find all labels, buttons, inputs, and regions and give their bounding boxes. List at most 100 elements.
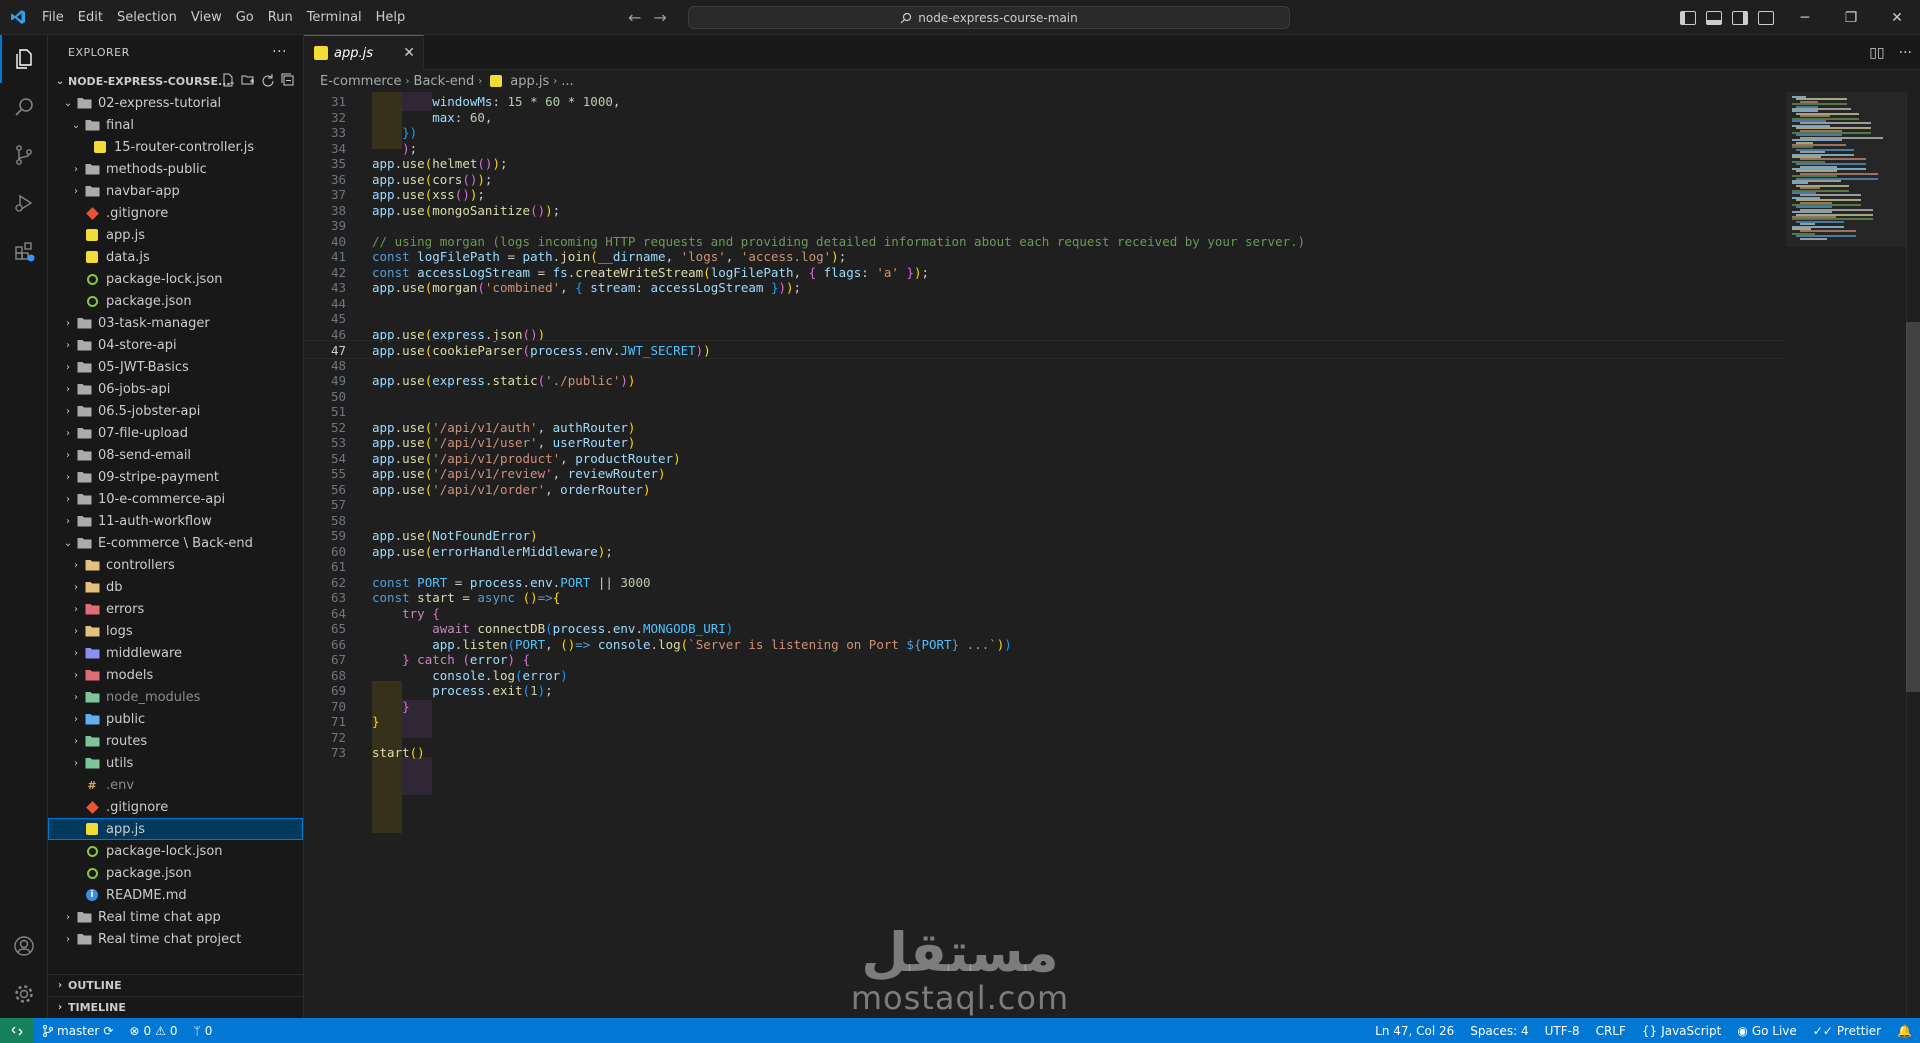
go-live-button[interactable]: ◉ Go Live bbox=[1729, 1024, 1804, 1038]
tree-item-package-json[interactable]: package.json bbox=[48, 862, 303, 884]
tree-item-real-time-chat-project[interactable]: › Real time chat project bbox=[48, 928, 303, 950]
restore-icon[interactable]: ❐ bbox=[1828, 0, 1874, 35]
close-tab-icon[interactable]: ✕ bbox=[403, 45, 415, 61]
eol-status[interactable]: CRLF bbox=[1588, 1024, 1634, 1038]
tree-item-routes[interactable]: › routes bbox=[48, 730, 303, 752]
breadcrumb-item[interactable]: E-commerce bbox=[320, 74, 402, 89]
menu-run[interactable]: Run bbox=[261, 0, 300, 35]
tree-item-data-js[interactable]: data.js bbox=[48, 246, 303, 268]
tree-item-errors[interactable]: › errors bbox=[48, 598, 303, 620]
extensions-icon[interactable] bbox=[0, 227, 48, 275]
tree-item-readme-md[interactable]: i README.md bbox=[48, 884, 303, 906]
accounts-icon[interactable] bbox=[0, 922, 48, 970]
indentation-status[interactable]: Spaces: 4 bbox=[1462, 1024, 1536, 1038]
tree-item-06-jobs-api[interactable]: › 06-jobs-api bbox=[48, 378, 303, 400]
tree-item-final[interactable]: ⌄ final bbox=[48, 114, 303, 136]
tree-item-real-time-chat-app[interactable]: › Real time chat app bbox=[48, 906, 303, 928]
language-mode[interactable]: {} JavaScript bbox=[1634, 1024, 1729, 1038]
back-arrow-icon[interactable]: ← bbox=[628, 8, 641, 27]
tree-item-02-express-tutorial[interactable]: ⌄ 02-express-tutorial bbox=[48, 92, 303, 114]
explorer-icon[interactable] bbox=[0, 35, 48, 83]
tree-item-gitignore[interactable]: .gitignore bbox=[48, 796, 303, 818]
code-editor[interactable]: 31 windowMs: 15 * 60 * 1000, 32 max: 60, 3… bbox=[304, 92, 1920, 1018]
search-icon[interactable] bbox=[0, 83, 48, 131]
menu-go[interactable]: Go bbox=[229, 0, 261, 35]
split-editor-icon[interactable]: ▯▯ bbox=[1869, 45, 1884, 61]
more-actions-icon[interactable]: ··· bbox=[1899, 45, 1912, 61]
problems-status[interactable]: ⊗ 0 ⚠ 0 bbox=[121, 1024, 185, 1038]
settings-gear-icon[interactable] bbox=[0, 970, 48, 1018]
toggle-secondary-sidebar-icon[interactable] bbox=[1732, 10, 1748, 25]
tree-item-package-lock-json[interactable]: package-lock.json bbox=[48, 840, 303, 862]
tree-item-app-js[interactable]: app.js bbox=[48, 818, 303, 840]
sync-icon[interactable]: ⟳ bbox=[103, 1024, 113, 1038]
tree-item-06-5-jobster-api[interactable]: › 06.5-jobster-api bbox=[48, 400, 303, 422]
menu-file[interactable]: File bbox=[35, 0, 71, 35]
toggle-panel-icon[interactable] bbox=[1706, 10, 1722, 25]
source-control-icon[interactable] bbox=[0, 131, 48, 179]
menu-terminal[interactable]: Terminal bbox=[300, 0, 369, 35]
tree-item-03-task-manager[interactable]: › 03-task-manager bbox=[48, 312, 303, 334]
remote-indicator-icon[interactable] bbox=[0, 1018, 34, 1043]
folder-icon bbox=[76, 931, 92, 947]
run-debug-icon[interactable] bbox=[0, 179, 48, 227]
tree-item-e-commerce-back-end[interactable]: ⌄ E-commerce \ Back-end bbox=[48, 532, 303, 554]
minimize-icon[interactable]: ─ bbox=[1782, 0, 1828, 35]
ports-status[interactable]: ᛘ 0 bbox=[186, 1024, 221, 1038]
tree-item-05-jwt-basics[interactable]: › 05-JWT-Basics bbox=[48, 356, 303, 378]
menu-edit[interactable]: Edit bbox=[71, 0, 110, 35]
breadcrumb-item[interactable]: Back-end bbox=[414, 74, 475, 89]
tree-item-08-send-email[interactable]: › 08-send-email bbox=[48, 444, 303, 466]
close-window-icon[interactable]: ✕ bbox=[1874, 0, 1920, 35]
collapse-all-icon[interactable] bbox=[281, 73, 295, 87]
forward-arrow-icon[interactable]: → bbox=[653, 8, 666, 27]
tree-item-middleware[interactable]: › middleware bbox=[48, 642, 303, 664]
tree-item-db[interactable]: › db bbox=[48, 576, 303, 598]
toggle-primary-sidebar-icon[interactable] bbox=[1680, 10, 1696, 25]
command-center-search[interactable]: node-express-course-main bbox=[688, 6, 1290, 29]
editor-scrollbar[interactable] bbox=[1906, 92, 1920, 1018]
tree-item-node-modules[interactable]: › node_modules bbox=[48, 686, 303, 708]
breadcrumb-item[interactable]: ... bbox=[561, 74, 573, 89]
tree-item-navbar-app[interactable]: › navbar-app bbox=[48, 180, 303, 202]
menu-selection[interactable]: Selection bbox=[110, 0, 184, 35]
tree-item-controllers[interactable]: › controllers bbox=[48, 554, 303, 576]
customize-layout-icon[interactable] bbox=[1758, 10, 1774, 25]
tree-item-logs[interactable]: › logs bbox=[48, 620, 303, 642]
tree-item-09-stripe-payment[interactable]: › 09-stripe-payment bbox=[48, 466, 303, 488]
code-line[interactable]: 73 start() bbox=[304, 743, 1784, 762]
encoding-status[interactable]: UTF-8 bbox=[1537, 1024, 1588, 1038]
tree-item-15-router-controller-js[interactable]: 15-router-controller.js bbox=[48, 136, 303, 158]
tree-item-04-store-api[interactable]: › 04-store-api bbox=[48, 334, 303, 356]
prettier-status[interactable]: ✓✓ Prettier bbox=[1805, 1024, 1889, 1038]
tree-item-methods-public[interactable]: › methods-public bbox=[48, 158, 303, 180]
timeline-section-header[interactable]: › TIMELINE bbox=[48, 996, 304, 1018]
cursor-position[interactable]: Ln 47, Col 26 bbox=[1367, 1024, 1462, 1038]
new-file-icon[interactable] bbox=[221, 73, 235, 87]
tree-item-gitignore[interactable]: .gitignore bbox=[48, 202, 303, 224]
tree-item-app-js[interactable]: app.js bbox=[48, 224, 303, 246]
notifications-bell-icon[interactable]: 🔔 bbox=[1889, 1024, 1920, 1038]
outline-section-header[interactable]: › OUTLINE bbox=[48, 974, 304, 996]
tree-item-07-file-upload[interactable]: › 07-file-upload bbox=[48, 422, 303, 444]
breadcrumb-item[interactable]: app.js bbox=[510, 74, 549, 89]
minimap[interactable] bbox=[1786, 92, 1906, 247]
scrollbar-thumb[interactable] bbox=[1906, 322, 1920, 692]
refresh-icon[interactable] bbox=[261, 73, 275, 87]
tree-item-10-e-commerce-api[interactable]: › 10-e-commerce-api bbox=[48, 488, 303, 510]
tree-item-utils[interactable]: › utils bbox=[48, 752, 303, 774]
tree-item-package-json[interactable]: package.json bbox=[48, 290, 303, 312]
tree-item-models[interactable]: › models bbox=[48, 664, 303, 686]
new-folder-icon[interactable] bbox=[241, 73, 255, 87]
tree-item-package-lock-json[interactable]: package-lock.json bbox=[48, 268, 303, 290]
workspace-root-header[interactable]: ⌄ NODE-EXPRESS-COURSE... bbox=[48, 70, 303, 92]
tree-item-env[interactable]: # .env bbox=[48, 774, 303, 796]
branch-status[interactable]: master ⟳ bbox=[34, 1024, 121, 1038]
tab-app-js[interactable]: app.js ✕ bbox=[304, 35, 424, 70]
layout-controls bbox=[1680, 0, 1774, 35]
more-actions-icon[interactable]: ··· bbox=[272, 35, 287, 70]
menu-view[interactable]: View bbox=[184, 0, 229, 35]
tree-item-11-auth-workflow[interactable]: › 11-auth-workflow bbox=[48, 510, 303, 532]
tree-item-public[interactable]: › public bbox=[48, 708, 303, 730]
menu-help[interactable]: Help bbox=[369, 0, 413, 35]
